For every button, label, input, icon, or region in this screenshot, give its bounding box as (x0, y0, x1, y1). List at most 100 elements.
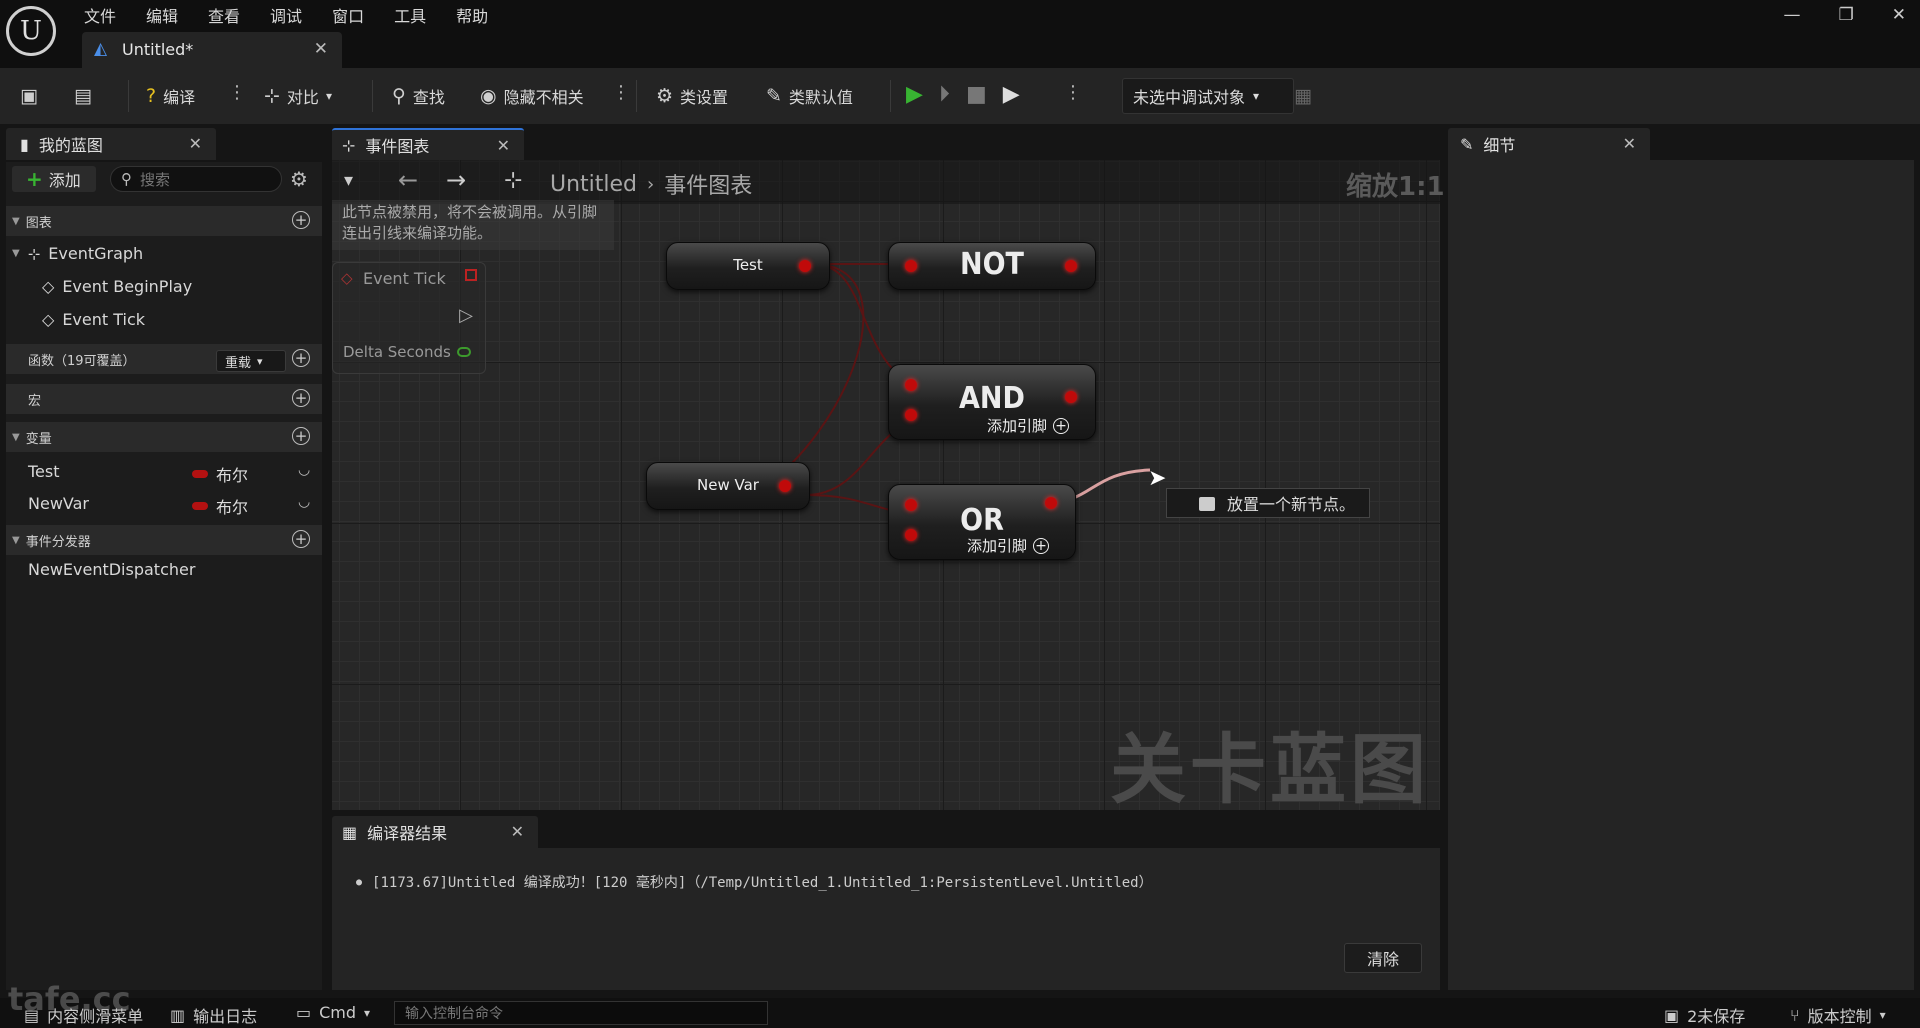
find-button[interactable]: ⚲ 查找 (392, 78, 445, 114)
chevron-down-icon: ▾ (1253, 89, 1260, 103)
float-pin-icon[interactable] (457, 347, 471, 357)
delegate-pin-icon[interactable] (465, 269, 477, 281)
variable-test-type[interactable]: 布尔 (192, 462, 248, 486)
level-blueprint-watermark: 关卡蓝图 (1110, 725, 1430, 814)
unsaved-button[interactable]: ▣ 2未保存 (1664, 1003, 1745, 1027)
output-log-label: 输出日志 (193, 1007, 258, 1026)
details-tab[interactable]: ✎ 细节 ✕ (1448, 128, 1650, 160)
menu-view[interactable]: 查看 (208, 0, 240, 31)
gear-icon[interactable]: ⚙ (290, 167, 308, 191)
output-log-button[interactable]: ▥ 输出日志 (170, 1003, 257, 1027)
compiler-results-tab-label: 编译器结果 (367, 824, 448, 843)
simulate-icon[interactable]: ▶ (1003, 82, 1020, 107)
variable-test[interactable]: Test (28, 462, 60, 481)
dispatcher-item[interactable]: NewEventDispatcher (28, 560, 195, 579)
menu-edit[interactable]: 编辑 (146, 0, 178, 31)
section-graphs[interactable]: ▼ 图表 + (6, 206, 322, 236)
tree-event-beginplay[interactable]: ◇ Event BeginPlay (42, 277, 192, 296)
compile-button[interactable]: ? 编译 (146, 78, 195, 114)
close-window-icon[interactable]: ✕ (1892, 5, 1906, 25)
section-variables[interactable]: ▼ 变量 + (6, 422, 322, 452)
section-macros[interactable]: 宏 + (6, 384, 322, 414)
source-control-button[interactable]: ⑂ 版本控制 ▾ (1790, 1003, 1886, 1027)
add-variable-icon[interactable]: + (292, 427, 310, 445)
graph-icon: ⊹ (342, 135, 356, 155)
override-label: 重载 (225, 355, 252, 371)
play-icon[interactable]: ▶ (906, 82, 923, 107)
exec-pin-icon[interactable]: ▷ (459, 305, 473, 326)
collapse-arrow-icon: ▼ (12, 431, 20, 443)
close-icon[interactable]: ✕ (189, 134, 202, 153)
class-defaults-button[interactable]: ✎ 类默认值 (766, 78, 853, 114)
newvar-getter-node[interactable]: New Var (646, 462, 810, 510)
tree-event-tick[interactable]: ◇ Event Tick (42, 310, 145, 329)
compiler-results-tab[interactable]: ▦ 编译器结果 ✕ (332, 816, 538, 848)
bool-output-pin[interactable] (1065, 260, 1077, 272)
my-blueprint-tab[interactable]: ▮ 我的蓝图 ✕ (6, 128, 216, 160)
variable-newvar[interactable]: NewVar (28, 494, 89, 513)
clear-button[interactable]: 清除 (1344, 943, 1422, 973)
not-node[interactable]: NOT (888, 242, 1096, 290)
bool-output-pin[interactable] (799, 260, 811, 272)
restore-icon[interactable]: ❐ (1839, 5, 1854, 25)
hide-options-icon[interactable]: ⋮ (612, 82, 630, 103)
browse-button[interactable]: ▤ (74, 78, 92, 114)
blueprint-book-icon: ▮ (20, 134, 29, 154)
add-function-icon[interactable]: + (292, 349, 310, 367)
zoom-level: 缩放1:1 (1346, 172, 1445, 202)
menu-tools[interactable]: 工具 (394, 0, 426, 31)
section-dispatchers[interactable]: ▼ 事件分发器 + (6, 525, 322, 555)
close-icon[interactable]: ✕ (1623, 134, 1636, 153)
visibility-eye-icon[interactable]: ◡ (298, 462, 310, 478)
bookmark-icon[interactable]: ▾ (344, 170, 353, 191)
menu-file[interactable]: 文件 (84, 0, 116, 31)
visibility-eye-icon[interactable]: ◡ (298, 494, 310, 510)
menu-help[interactable]: 帮助 (456, 0, 488, 31)
close-icon[interactable]: ✕ (497, 136, 510, 155)
add-macro-icon[interactable]: + (292, 389, 310, 407)
event-tick-node[interactable]: ◇ Event Tick ▷ Delta Seconds (332, 262, 486, 374)
debug-target-select[interactable]: 未选中调试对象 ▾ (1122, 78, 1294, 114)
document-tab[interactable]: ◭ Untitled* ✕ (82, 32, 342, 68)
console-input[interactable]: 输入控制台命令 (394, 1001, 768, 1025)
compile-label: 编译 (163, 88, 196, 107)
and-node[interactable]: AND 添加引脚 + (888, 364, 1096, 440)
menu-debug[interactable]: 调试 (270, 0, 302, 31)
step-icon[interactable]: ⏵ (939, 82, 950, 107)
add-dispatcher-icon[interactable]: + (292, 530, 310, 548)
search-input[interactable]: ⚲ 搜索 (110, 166, 282, 192)
stop-icon[interactable]: ■ (966, 82, 987, 107)
breadcrumb: Untitled › 事件图表 (550, 168, 752, 200)
minimize-icon[interactable]: — (1784, 5, 1801, 25)
unsaved-icon: ▣ (1664, 1005, 1680, 1025)
tree-event-graph[interactable]: ▼ ⊹ EventGraph (12, 244, 143, 263)
close-tab-icon[interactable]: ✕ (314, 39, 328, 59)
close-icon[interactable]: ✕ (511, 822, 524, 841)
play-options-icon[interactable]: ⋮ (1064, 82, 1082, 103)
event-graph-tab[interactable]: ⊹ 事件图表 ✕ (332, 128, 524, 160)
or-add-pin-button[interactable]: 添加引脚 + (967, 535, 1050, 556)
forward-arrow-icon[interactable]: → (446, 166, 466, 194)
hide-unrelated-button[interactable]: ◉ 隐藏不相关 (480, 78, 584, 114)
bool-output-pin[interactable] (1065, 391, 1077, 403)
variable-test-name: Test (28, 462, 60, 481)
cmd-dropdown[interactable]: ▭ Cmd ▾ (296, 1003, 370, 1022)
menu-window[interactable]: 窗口 (332, 0, 364, 31)
debug-filter-button[interactable]: ▦ (1294, 78, 1312, 114)
add-graph-icon[interactable]: + (292, 211, 310, 229)
bool-output-pin[interactable] (1045, 497, 1057, 509)
and-add-pin-button[interactable]: 添加引脚 + (987, 415, 1070, 436)
unreal-logo-icon[interactable]: U (6, 6, 56, 56)
breadcrumb-root[interactable]: Untitled (550, 172, 637, 197)
add-button[interactable]: + 添加 (12, 166, 96, 192)
class-settings-button[interactable]: ⚙ 类设置 (656, 78, 728, 114)
back-arrow-icon[interactable]: ← (398, 166, 418, 194)
compile-options-icon[interactable]: ⋮ (228, 82, 246, 103)
or-node[interactable]: OR 添加引脚 + (888, 484, 1076, 560)
override-dropdown[interactable]: 重载 ▾ (216, 350, 286, 372)
test-getter-node[interactable]: Test (666, 242, 830, 290)
variable-newvar-type[interactable]: 布尔 (192, 494, 248, 518)
save-button[interactable]: ▣ (20, 78, 38, 114)
diff-button[interactable]: ⊹ 对比 ▾ (264, 78, 332, 114)
bool-output-pin[interactable] (779, 480, 791, 492)
